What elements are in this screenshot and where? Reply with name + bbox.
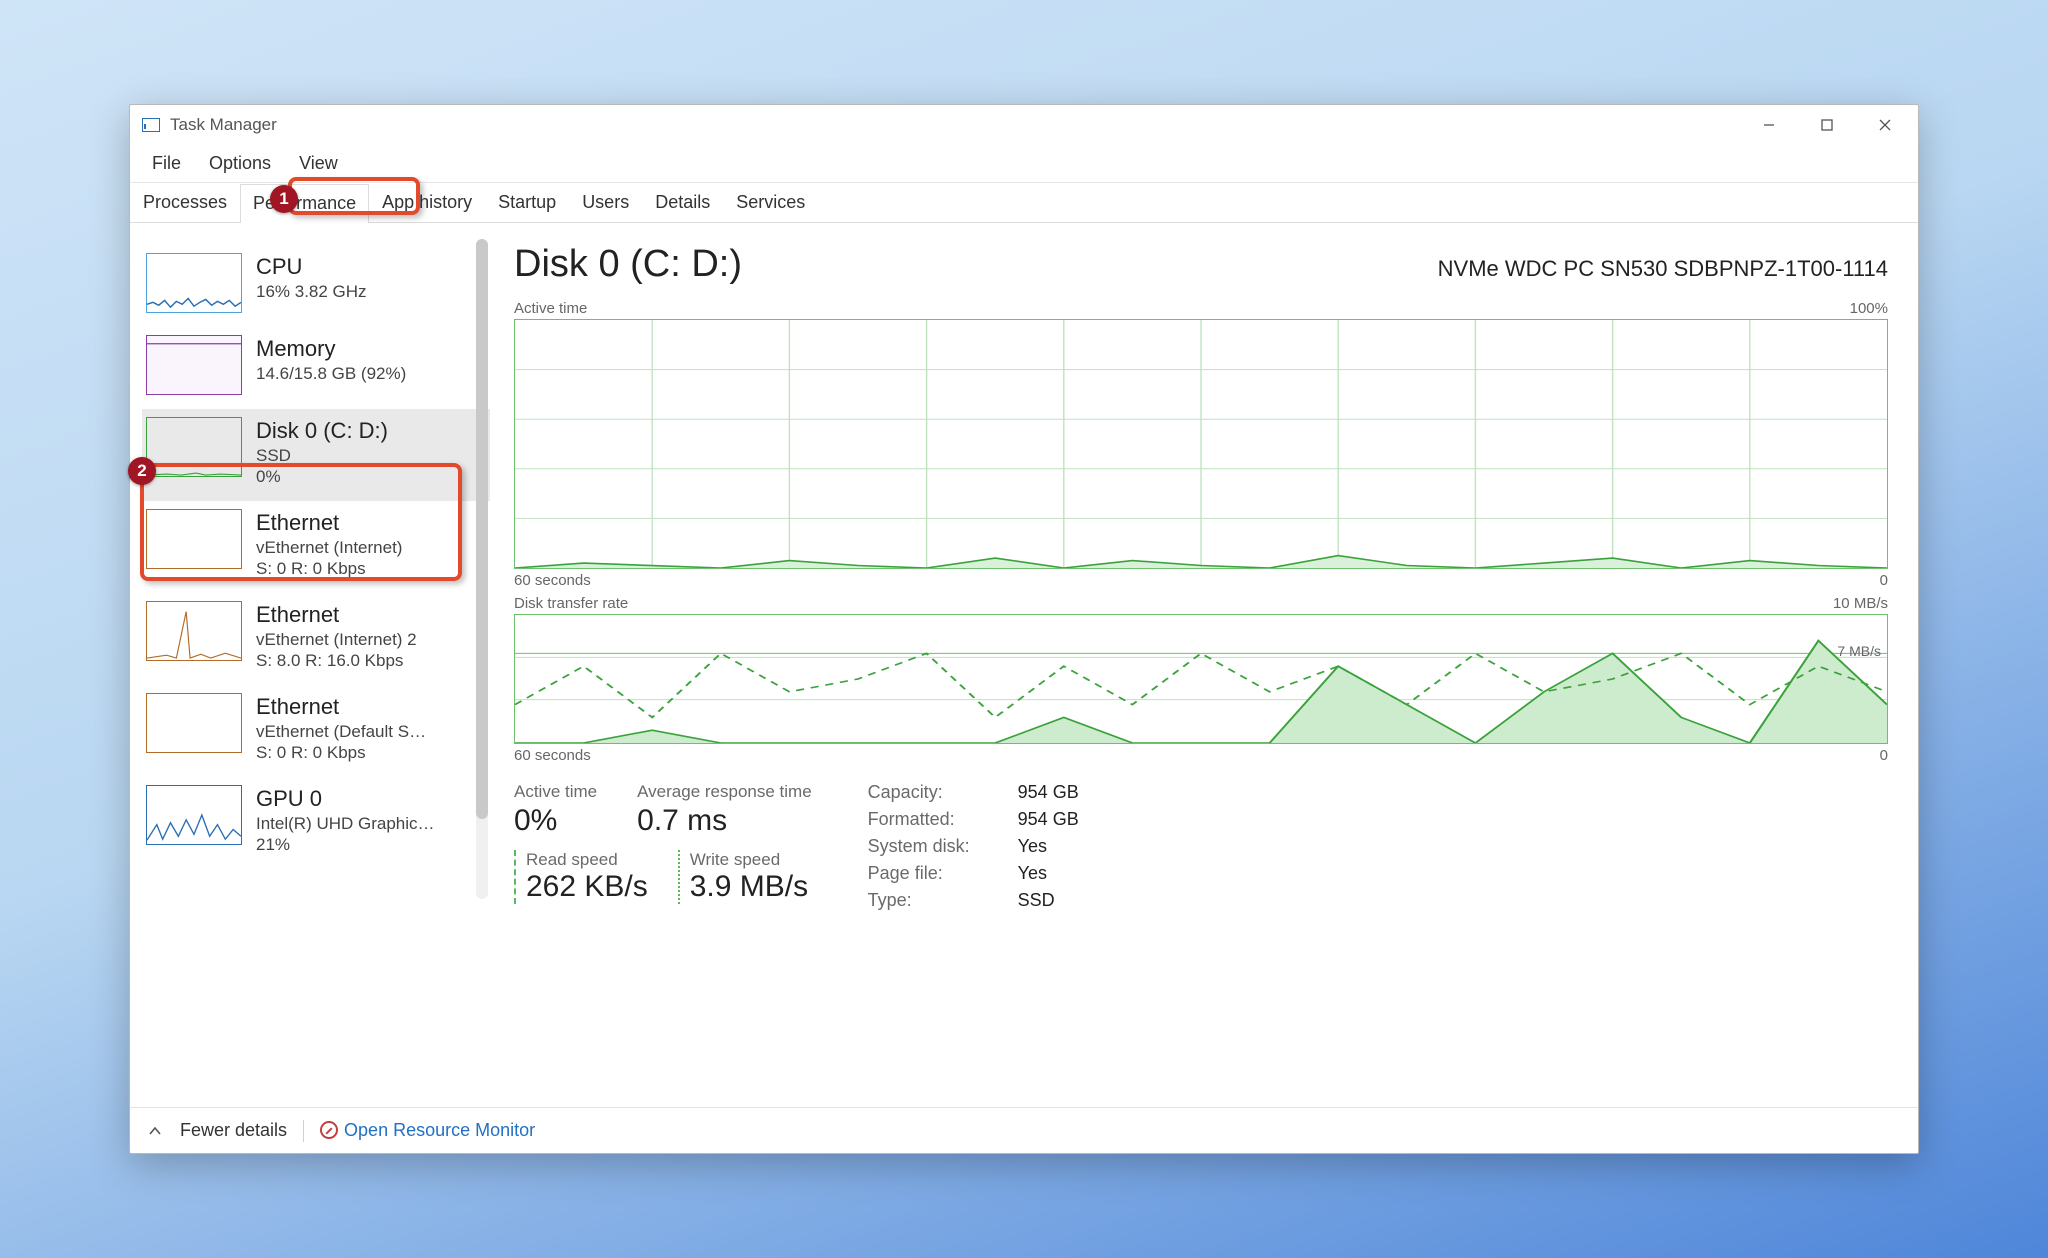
chart2-refline-label: 7 MB/s <box>1837 643 1881 659</box>
sidebar-item-sub: 14.6/15.8 GB (92%) <box>256 363 406 384</box>
sidebar-item-sub2: S: 0 R: 0 Kbps <box>256 742 426 763</box>
detail-model: NVMe WDC PC SN530 SDBPNPZ-1T00-1114 <box>1438 256 1888 282</box>
tab-app-history[interactable]: App history <box>369 183 485 222</box>
sidebar-item-sub: vEthernet (Internet) 2 <box>256 629 417 650</box>
sidebar-item-label: Disk 0 (C: D:) <box>256 417 388 445</box>
chart2-xmax: 0 <box>1880 747 1888 764</box>
stats-row: Active time 0% Average response time 0.7… <box>514 782 1888 911</box>
ethernet-sparkline-icon <box>146 601 242 661</box>
menubar: File Options View <box>130 145 1918 183</box>
info-pagefile-v: Yes <box>1018 863 1128 884</box>
tab-services[interactable]: Services <box>723 183 818 222</box>
info-capacity-v: 954 GB <box>1018 782 1128 803</box>
sidebar-item-ethernet-3[interactable]: Ethernet vEthernet (Default S… S: 0 R: 0… <box>142 685 490 777</box>
footer-divider <box>303 1120 304 1142</box>
fewer-details-button[interactable]: Fewer details <box>180 1120 287 1141</box>
sidebar-item-sub: vEthernet (Default S… <box>256 721 426 742</box>
task-manager-window: 1 2 Task Manager File Options View Proce… <box>129 104 1919 1154</box>
chart1-xmax: 0 <box>1880 572 1888 589</box>
sidebar-item-disk0[interactable]: Disk 0 (C: D:) SSD 0% <box>142 409 490 501</box>
resource-monitor-icon <box>320 1121 338 1139</box>
menu-view[interactable]: View <box>285 147 352 180</box>
write-speed-value: 3.9 MB/s <box>690 870 808 904</box>
app-icon <box>142 118 160 132</box>
gpu-sparkline-icon <box>146 785 242 845</box>
info-sysdisk-k: System disk: <box>868 836 1008 857</box>
sidebar-item-sub2: S: 8.0 R: 16.0 Kbps <box>256 650 417 671</box>
menu-file[interactable]: File <box>138 147 195 180</box>
detail-title: Disk 0 (C: D:) <box>514 243 742 286</box>
sidebar-item-gpu0[interactable]: GPU 0 Intel(R) UHD Graphic… 21% <box>142 777 490 869</box>
performance-sidebar: CPU 16% 3.82 GHz Memory 14.6/15.8 GB (92… <box>130 223 490 1107</box>
avg-response-value: 0.7 ms <box>637 804 812 838</box>
menu-options[interactable]: Options <box>195 147 285 180</box>
sidebar-item-cpu[interactable]: CPU 16% 3.82 GHz <box>142 245 490 327</box>
active-time-label: Active time <box>514 782 597 802</box>
info-type-k: Type: <box>868 890 1008 911</box>
sidebar-item-ethernet-2[interactable]: Ethernet vEthernet (Internet) 2 S: 8.0 R… <box>142 593 490 685</box>
chevron-up-icon <box>146 1122 164 1140</box>
body: CPU 16% 3.82 GHz Memory 14.6/15.8 GB (92… <box>130 223 1918 1107</box>
cpu-sparkline-icon <box>146 253 242 313</box>
window-title: Task Manager <box>170 115 277 135</box>
sidebar-item-label: CPU <box>256 253 367 281</box>
sidebar-item-label: Ethernet <box>256 509 402 537</box>
active-time-value: 0% <box>514 804 597 838</box>
annotation-badge-2: 2 <box>128 457 156 485</box>
sidebar-item-ethernet-1[interactable]: Ethernet vEthernet (Internet) S: 0 R: 0 … <box>142 501 490 593</box>
info-formatted-v: 954 GB <box>1018 809 1128 830</box>
info-formatted-k: Formatted: <box>868 809 1008 830</box>
window-controls <box>1740 107 1914 143</box>
sidebar-item-label: Ethernet <box>256 693 426 721</box>
open-resource-monitor-link[interactable]: Open Resource Monitor <box>320 1120 535 1141</box>
footer: Fewer details Open Resource Monitor <box>130 1107 1918 1153</box>
tab-processes[interactable]: Processes <box>130 183 240 222</box>
info-capacity-k: Capacity: <box>868 782 1008 803</box>
avg-response-label: Average response time <box>637 782 812 802</box>
ethernet-sparkline-icon <box>146 693 242 753</box>
chart1-max: 100% <box>1850 300 1888 317</box>
sidebar-item-label: Memory <box>256 335 406 363</box>
maximize-button[interactable] <box>1798 107 1856 143</box>
chart2-label: Disk transfer rate <box>514 595 628 612</box>
sidebar-item-sub: Intel(R) UHD Graphic… <box>256 813 435 834</box>
sidebar-item-sub2: 21% <box>256 834 435 855</box>
tab-performance[interactable]: Performance <box>240 184 369 223</box>
ethernet-sparkline-icon <box>146 509 242 569</box>
chart2-xmin: 60 seconds <box>514 747 591 764</box>
info-sysdisk-v: Yes <box>1018 836 1128 857</box>
write-speed-label: Write speed <box>690 850 808 870</box>
annotation-badge-1: 1 <box>270 185 298 213</box>
info-type-v: SSD <box>1018 890 1128 911</box>
sidebar-item-label: GPU 0 <box>256 785 435 813</box>
chart1-label: Active time <box>514 300 587 317</box>
sidebar-item-sub: SSD <box>256 445 388 466</box>
resource-monitor-label: Open Resource Monitor <box>344 1120 535 1140</box>
tab-startup[interactable]: Startup <box>485 183 569 222</box>
chart1-xmin: 60 seconds <box>514 572 591 589</box>
sidebar-item-memory[interactable]: Memory 14.6/15.8 GB (92%) <box>142 327 490 409</box>
close-button[interactable] <box>1856 107 1914 143</box>
active-time-chart <box>514 319 1888 569</box>
info-pagefile-k: Page file: <box>868 863 1008 884</box>
memory-sparkline-icon <box>146 335 242 395</box>
tab-users[interactable]: Users <box>569 183 642 222</box>
sidebar-scrollbar[interactable] <box>476 239 488 899</box>
disk-sparkline-icon <box>146 417 242 477</box>
sidebar-item-sub2: S: 0 R: 0 Kbps <box>256 558 402 579</box>
tab-strip: Processes Performance App history Startu… <box>130 183 1918 223</box>
sidebar-item-label: Ethernet <box>256 601 417 629</box>
disk-info-grid: Capacity: 954 GB Formatted: 954 GB System… <box>868 782 1128 911</box>
read-speed-label: Read speed <box>526 850 648 870</box>
sidebar-item-sub2: 0% <box>256 466 388 487</box>
sidebar-item-sub: 16% 3.82 GHz <box>256 281 367 302</box>
chart2-max: 10 MB/s <box>1833 595 1888 612</box>
performance-detail-pane: Disk 0 (C: D:) NVMe WDC PC SN530 SDBPNPZ… <box>490 223 1918 1107</box>
minimize-button[interactable] <box>1740 107 1798 143</box>
titlebar: Task Manager <box>130 105 1918 145</box>
transfer-rate-chart: 7 MB/s <box>514 614 1888 744</box>
read-speed-value: 262 KB/s <box>526 870 648 904</box>
sidebar-item-sub: vEthernet (Internet) <box>256 537 402 558</box>
tab-details[interactable]: Details <box>642 183 723 222</box>
